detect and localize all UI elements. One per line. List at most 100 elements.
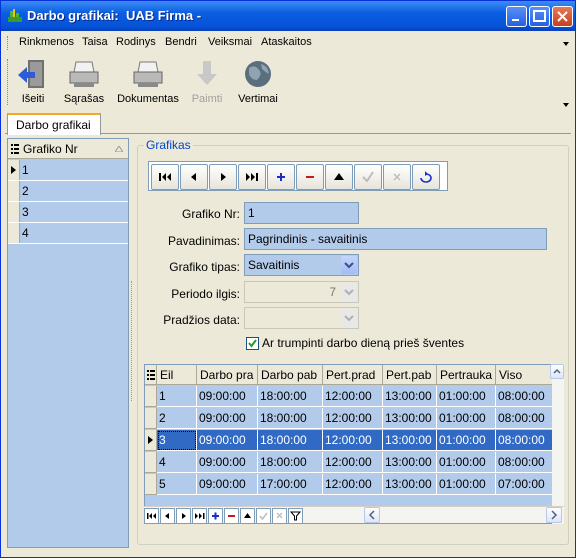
cell-pert-prad[interactable]: 12:00:00	[323, 430, 383, 451]
dropdown-button[interactable]	[341, 256, 357, 274]
cancel-record-button[interactable]	[383, 164, 411, 190]
detail-delete-button[interactable]	[224, 508, 239, 524]
detail-first-button[interactable]	[144, 508, 159, 524]
shorten-day-checkbox[interactable]	[246, 337, 259, 350]
cell-pertrauka[interactable]: 01:00:00	[437, 386, 496, 407]
horizontal-scrollbar[interactable]	[144, 506, 564, 523]
cell-pert-pab[interactable]: 13:00:00	[383, 430, 437, 451]
column-chooser-icon[interactable]	[11, 144, 19, 154]
menu-ataskaitos[interactable]: Ataskaitos	[261, 36, 312, 48]
menu-rodinys[interactable]: Rodinys	[116, 36, 156, 48]
grafiko-nr-field[interactable]: 1	[244, 202, 359, 224]
cell-viso[interactable]: 08:00:00	[496, 430, 556, 451]
detail-prior-button[interactable]	[160, 508, 175, 524]
document-print-button[interactable]: Dokumentas	[115, 56, 181, 108]
exit-button[interactable]: Išeiti	[11, 56, 55, 108]
title-bar[interactable]: Darbo grafikai: UAB Firma -	[1, 1, 575, 31]
cell-pertrauka[interactable]: 01:00:00	[437, 474, 496, 495]
refresh-button[interactable]	[412, 164, 440, 190]
list-print-button[interactable]: Sąrašas	[57, 56, 111, 108]
cell-eil[interactable]: 4	[157, 452, 197, 473]
toolbar-overflow-icon[interactable]	[563, 102, 569, 108]
minimize-button[interactable]	[506, 6, 527, 27]
cell-darbo-pab[interactable]: 18:00:00	[258, 452, 323, 473]
close-button[interactable]	[552, 6, 573, 27]
grafiko-tipas-select[interactable]: Savaitinis	[244, 254, 359, 276]
next-record-button[interactable]	[209, 164, 237, 190]
detail-last-button[interactable]	[192, 508, 207, 524]
column-header-eil[interactable]: Eil	[157, 365, 197, 385]
cell-darbo-pab[interactable]: 18:00:00	[258, 408, 323, 429]
scroll-right-button[interactable]	[546, 507, 562, 523]
menu-grip[interactable]	[7, 36, 10, 50]
cell-viso[interactable]: 08:00:00	[496, 386, 556, 407]
edit-record-button[interactable]	[325, 164, 353, 190]
column-header-pert-prad[interactable]: Pert.prad	[323, 365, 383, 385]
detail-cancel-button[interactable]	[272, 508, 287, 524]
translations-button[interactable]: Vertimai	[231, 56, 285, 108]
detail-edit-button[interactable]	[240, 508, 255, 524]
cell-pert-prad[interactable]: 12:00:00	[323, 408, 383, 429]
schedule-list-grid[interactable]: Grafiko Nr 1 2 3 4	[7, 138, 129, 548]
cell-pertrauka[interactable]: 01:00:00	[437, 430, 496, 451]
detail-post-button[interactable]	[256, 508, 271, 524]
cell-eil[interactable]: 5	[157, 474, 197, 495]
detail-insert-button[interactable]	[208, 508, 223, 524]
cell-darbo-pra[interactable]: 09:00:00	[197, 408, 258, 429]
cell-pertrauka[interactable]: 01:00:00	[437, 452, 496, 473]
cell-darbo-pra[interactable]: 09:00:00	[197, 386, 258, 407]
take-button[interactable]: Paimti	[185, 56, 229, 108]
insert-record-button[interactable]	[267, 164, 295, 190]
prior-record-button[interactable]	[180, 164, 208, 190]
menu-taisa[interactable]: Taisa	[82, 36, 108, 48]
menu-overflow-icon[interactable]	[563, 41, 569, 47]
dropdown-button[interactable]	[341, 283, 357, 301]
cell-darbo-pra[interactable]: 09:00:00	[197, 452, 258, 473]
schedule-detail-grid[interactable]: Eil Darbo pra Darbo pab Pert.prad Pert.p…	[144, 364, 564, 524]
cell-pert-pab[interactable]: 13:00:00	[383, 452, 437, 473]
menu-bendri[interactable]: Bendri	[165, 36, 197, 48]
cell-pert-prad[interactable]: 12:00:00	[323, 452, 383, 473]
cell-pert-prad[interactable]: 12:00:00	[323, 386, 383, 407]
delete-record-button[interactable]	[296, 164, 324, 190]
cell-pert-pab[interactable]: 13:00:00	[383, 408, 437, 429]
cell-pert-pab[interactable]: 13:00:00	[383, 386, 437, 407]
list-item[interactable]: 2	[8, 181, 128, 202]
column-header-viso[interactable]: Viso	[496, 365, 556, 385]
last-record-button[interactable]	[238, 164, 266, 190]
menu-veiksmai[interactable]: Veiksmai	[208, 36, 252, 48]
tab-darbo-grafikai[interactable]: Darbo grafikai	[7, 113, 101, 135]
periodo-ilgis-spin[interactable]: 7	[244, 281, 359, 303]
schedule-list-header[interactable]: Grafiko Nr	[8, 139, 128, 159]
first-record-button[interactable]	[151, 164, 179, 190]
vertical-scrollbar[interactable]	[550, 364, 564, 524]
detail-filter-button[interactable]	[288, 508, 303, 524]
pradzios-data-picker[interactable]	[244, 307, 359, 329]
cell-darbo-pra[interactable]: 09:00:00	[197, 474, 258, 495]
cell-darbo-pab[interactable]: 18:00:00	[258, 430, 323, 451]
cell-pert-pab[interactable]: 13:00:00	[383, 474, 437, 495]
scroll-up-button[interactable]	[550, 364, 564, 379]
cell-eil[interactable]: 2	[157, 408, 197, 429]
scroll-left-button[interactable]	[364, 507, 380, 523]
column-header-darbo-pra[interactable]: Darbo pra	[197, 365, 258, 385]
cell-darbo-pab[interactable]: 18:00:00	[258, 386, 323, 407]
dropdown-button[interactable]	[341, 309, 357, 327]
column-header-pert-pab[interactable]: Pert.pab	[383, 365, 437, 385]
maximize-button[interactable]	[529, 6, 550, 27]
pavadinimas-field[interactable]: Pagrindinis - savaitinis	[244, 228, 547, 250]
cell-darbo-pra[interactable]: 09:00:00	[197, 430, 258, 451]
column-header-pertrauka[interactable]: Pertrauka	[437, 365, 496, 385]
detail-next-button[interactable]	[176, 508, 191, 524]
cell-pertrauka[interactable]: 01:00:00	[437, 408, 496, 429]
cell-eil[interactable]: 3	[157, 430, 197, 451]
post-record-button[interactable]	[354, 164, 382, 190]
cell-darbo-pab[interactable]: 17:00:00	[258, 474, 323, 495]
menu-rinkmenos[interactable]: Rinkmenos	[19, 36, 74, 48]
cell-viso[interactable]: 08:00:00	[496, 452, 556, 473]
column-chooser[interactable]	[145, 365, 157, 385]
cell-pert-prad[interactable]: 12:00:00	[323, 474, 383, 495]
cell-viso[interactable]: 08:00:00	[496, 408, 556, 429]
cell-viso[interactable]: 07:00:00	[496, 474, 556, 495]
toolbar-grip[interactable]	[7, 59, 10, 105]
